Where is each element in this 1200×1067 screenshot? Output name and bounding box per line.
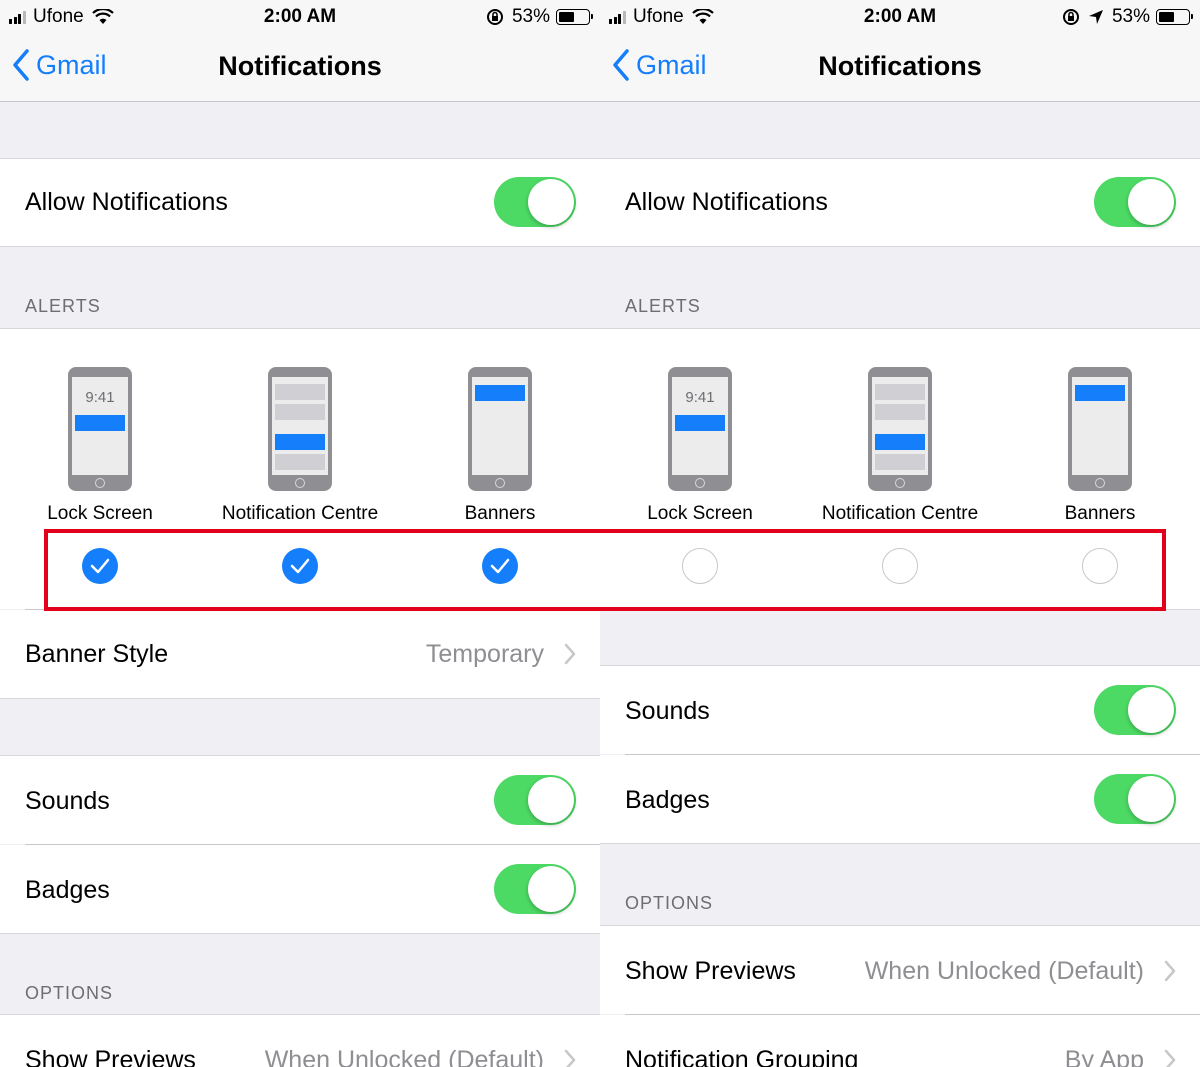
banners-preview xyxy=(1068,367,1132,491)
allow-notifications-row: Allow Notifications xyxy=(0,159,600,246)
chevron-right-icon xyxy=(564,643,576,665)
page-title: Notifications xyxy=(818,51,982,81)
lock-screen-preview: 9:41 xyxy=(68,367,132,491)
badges-row: Badges xyxy=(0,845,600,933)
rotation-lock-icon xyxy=(1062,9,1079,25)
sounds-toggle[interactable] xyxy=(494,775,576,825)
navigation-bar: Gmail Notifications xyxy=(0,34,600,102)
allow-notifications-toggle[interactable] xyxy=(1094,177,1176,227)
sounds-label: Sounds xyxy=(25,787,110,815)
notification-grouping-row[interactable]: Notification Grouping By App xyxy=(600,1015,1200,1067)
status-bar: Ufone 2:00 AM 53% xyxy=(0,0,600,34)
alerts-section-header: ALERTS xyxy=(25,296,101,316)
badges-label: Badges xyxy=(625,786,710,814)
show-previews-label: Show Previews xyxy=(25,1046,196,1067)
banner-style-row[interactable]: Banner Style Temporary xyxy=(0,610,600,698)
battery-icon xyxy=(556,9,593,25)
notification-grouping-label: Notification Grouping xyxy=(625,1046,859,1067)
show-previews-row[interactable]: Show Previews When Unlocked (Default) xyxy=(0,1015,600,1067)
chevron-right-icon xyxy=(1164,960,1176,982)
lock-screen-label: Lock Screen xyxy=(47,503,153,524)
alerts-section-header: ALERTS xyxy=(625,296,701,316)
rotation-lock-icon xyxy=(486,9,503,25)
lock-screen-label: Lock Screen xyxy=(647,503,753,524)
sounds-label: Sounds xyxy=(625,697,710,725)
lock-screen-preview: 9:41 xyxy=(668,367,732,491)
banners-label: Banners xyxy=(464,503,536,524)
allow-notifications-row: Allow Notifications xyxy=(600,159,1200,246)
badges-label: Badges xyxy=(25,876,110,904)
badges-toggle[interactable] xyxy=(1094,774,1176,824)
battery-percent: 53% xyxy=(511,6,550,27)
allow-notifications-label: Allow Notifications xyxy=(25,188,228,216)
notification-centre-preview xyxy=(868,367,932,491)
show-previews-row[interactable]: Show Previews When Unlocked (Default) xyxy=(600,926,1200,1014)
sounds-toggle[interactable] xyxy=(1094,685,1176,735)
banner-style-value: Temporary xyxy=(425,640,544,668)
status-bar: Ufone 2:00 AM 53% xyxy=(600,0,1200,34)
lock-screen-clock: 9:41 xyxy=(85,389,115,406)
sounds-row: Sounds xyxy=(600,666,1200,754)
chevron-right-icon xyxy=(564,1049,576,1067)
badges-row: Badges xyxy=(600,755,1200,843)
banner-style-label: Banner Style xyxy=(25,640,169,668)
page-title: Notifications xyxy=(218,51,382,81)
allow-notifications-toggle[interactable] xyxy=(494,177,576,227)
highlight-annotation-box xyxy=(44,529,1166,611)
show-previews-value: When Unlocked (Default) xyxy=(864,957,1144,985)
banners-label: Banners xyxy=(1064,503,1136,524)
allow-notifications-label: Allow Notifications xyxy=(625,188,828,216)
sounds-row: Sounds xyxy=(0,756,600,844)
location-icon xyxy=(1088,10,1103,24)
options-section-header: OPTIONS xyxy=(625,893,714,913)
notification-centre-label: Notification Centre xyxy=(221,503,379,524)
battery-icon xyxy=(1156,9,1193,25)
show-previews-label: Show Previews xyxy=(625,957,796,985)
chevron-right-icon xyxy=(1164,1049,1176,1067)
notification-grouping-value: By App xyxy=(1064,1046,1144,1067)
notification-centre-label: Notification Centre xyxy=(821,503,979,524)
lock-screen-clock: 9:41 xyxy=(685,389,715,406)
battery-percent: 53% xyxy=(1111,6,1150,27)
banners-preview xyxy=(468,367,532,491)
options-section-header: OPTIONS xyxy=(25,983,114,1003)
notification-centre-preview xyxy=(268,367,332,491)
show-previews-value: When Unlocked (Default) xyxy=(264,1046,544,1067)
badges-toggle[interactable] xyxy=(494,864,576,914)
navigation-bar: Gmail Notifications xyxy=(600,34,1200,102)
